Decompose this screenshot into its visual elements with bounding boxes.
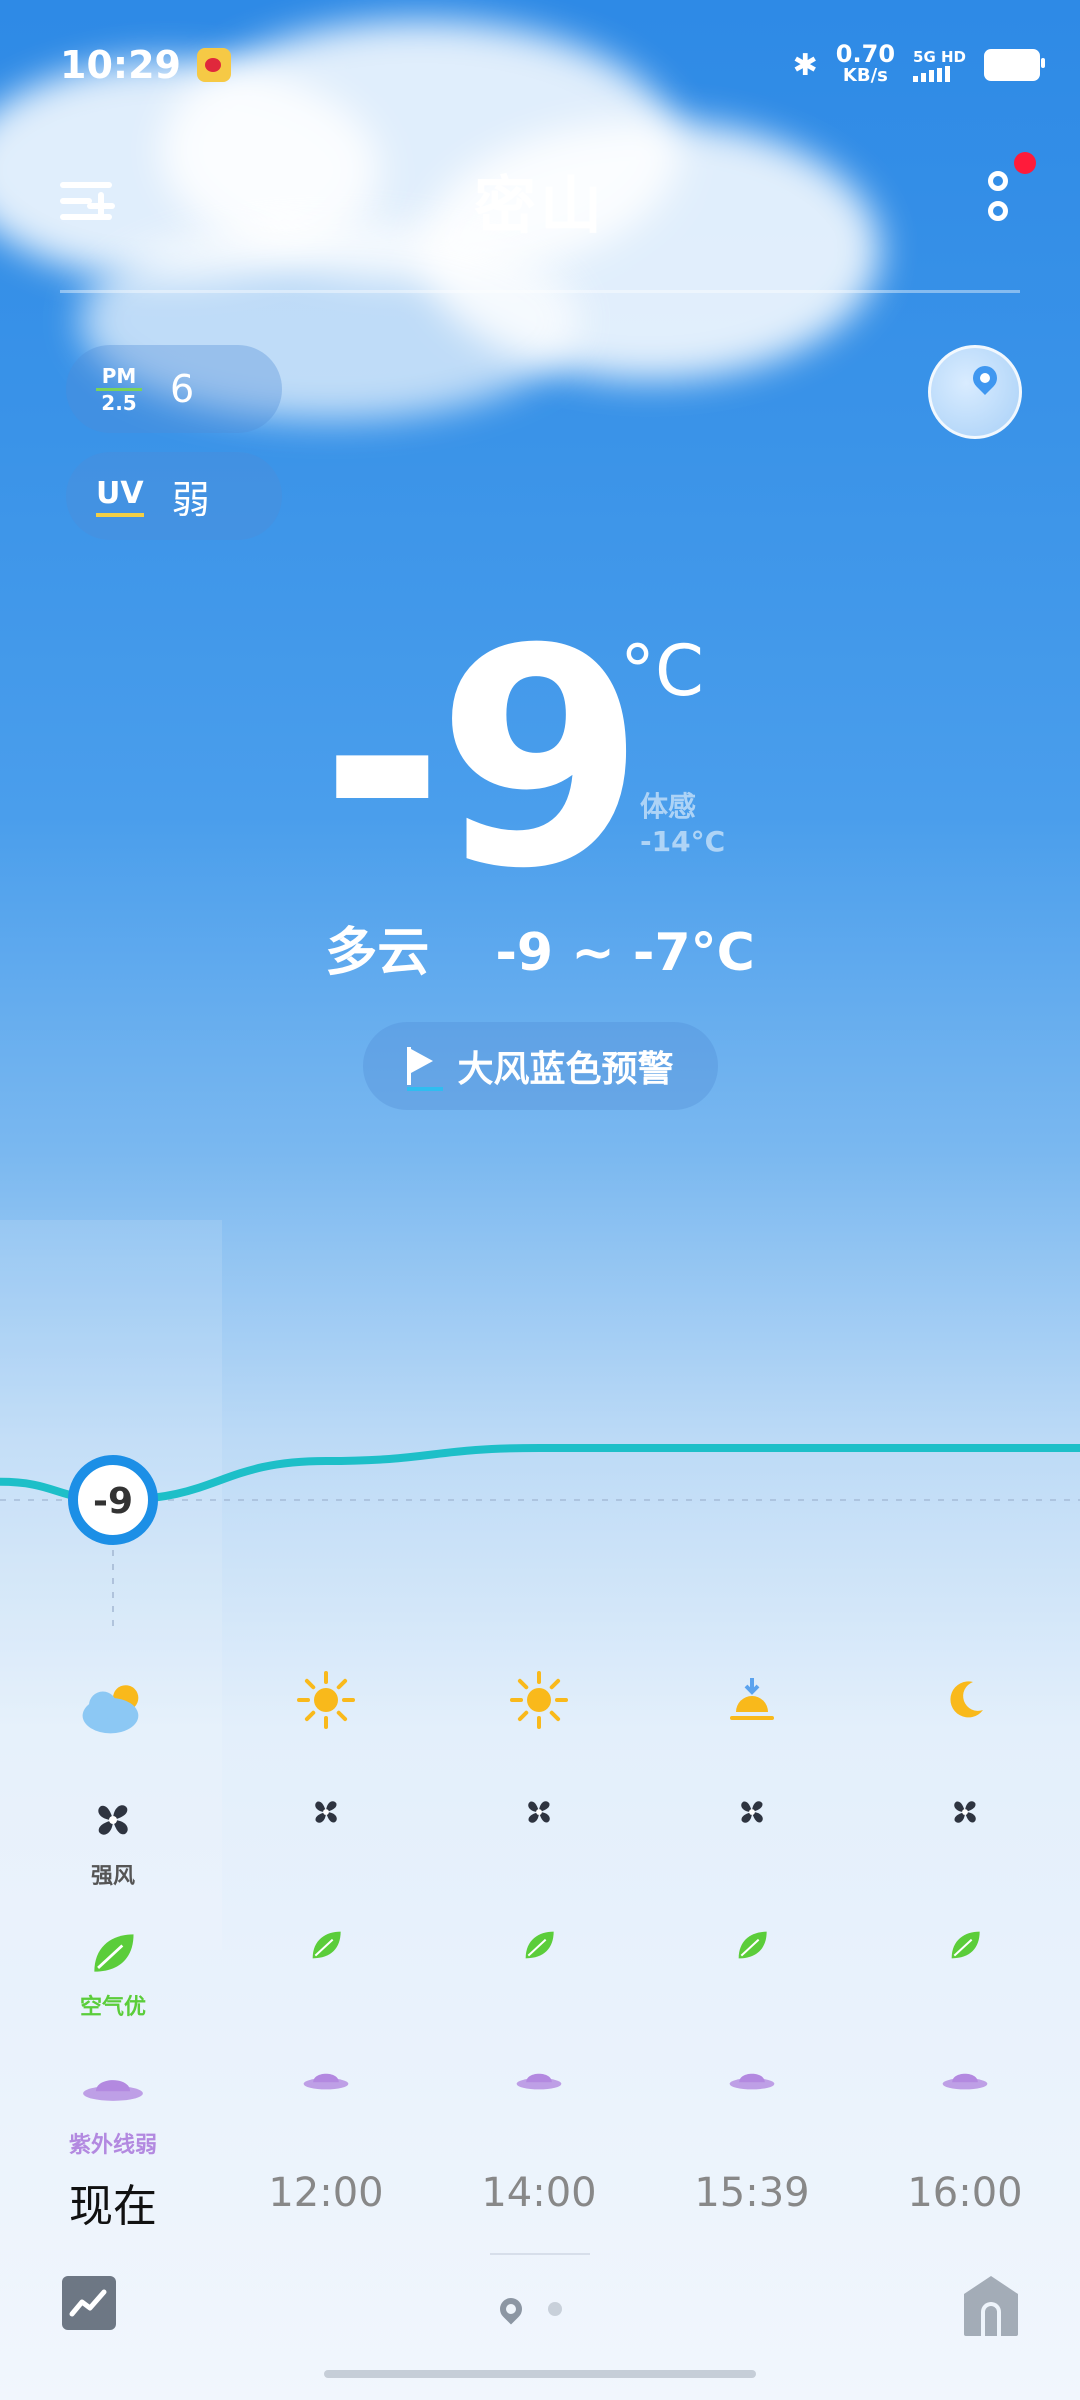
header: 密山 — [60, 150, 1020, 250]
uv-index-label: 紫外线弱 — [68, 2133, 157, 2158]
leaf-icon — [885, 1925, 1045, 1969]
hourly-time-label: 现在 — [69, 2181, 157, 2232]
hourly-time-label: 15:39 — [694, 2170, 810, 2216]
more-options-icon[interactable] — [980, 165, 1020, 235]
pm-label-top: PM — [101, 363, 137, 388]
hourly-time-label: 14:00 — [481, 2170, 597, 2216]
pm25-pill[interactable]: PM 2.5 6 — [66, 345, 282, 433]
map-button[interactable] — [928, 345, 1022, 439]
uv-icon: UV — [96, 476, 144, 517]
hat-icon — [672, 2055, 832, 2107]
weibo-notification-icon — [196, 48, 231, 82]
wind-icon — [885, 1790, 1045, 1838]
condition-text: 多云 — [325, 923, 430, 983]
battery-icon — [984, 49, 1045, 81]
wind-icon — [459, 1790, 619, 1838]
leaf-icon — [246, 1925, 406, 1969]
wind-icon: 强风 — [33, 1790, 193, 1890]
uv-value: 弱 — [171, 477, 210, 522]
trend-chart-icon[interactable] — [62, 2276, 116, 2330]
sunny-icon — [246, 1670, 406, 1734]
page-indicator — [495, 2293, 562, 2325]
temperature-unit: °C — [620, 630, 704, 712]
hourly-air-icons: 空气优 — [0, 1925, 1080, 2020]
hat-icon — [246, 2055, 406, 2107]
sunny-icon — [459, 1670, 619, 1734]
bluetooth-icon: ✱ — [792, 47, 818, 83]
moon-icon — [885, 1670, 1045, 1734]
hourly-wind-icons: 强风 — [0, 1790, 1080, 1889]
temp-range: -9 ~ -7°C — [495, 923, 755, 983]
leaf-icon — [459, 1925, 619, 1969]
temperature-curve — [0, 1444, 1080, 1505]
status-bar: 10:29 ✱ 0.70 KB/s 5G HD — [60, 40, 1045, 90]
leaf-icon — [672, 1925, 832, 1969]
wind-icon — [672, 1790, 832, 1838]
hourly-weather-icons — [0, 1670, 1080, 1740]
hourly-times: 现在 12:00 14:00 15:39 16:00 — [0, 2170, 1080, 2232]
header-divider — [60, 290, 1020, 293]
feels-like-value: -14°C — [640, 825, 726, 858]
bottom-bar — [0, 2230, 1080, 2400]
net-speed-value: 0.70 — [835, 40, 896, 68]
hourly-temperature-chart: -9 — [0, 1444, 1080, 1630]
pm25-icon: PM 2.5 — [96, 366, 142, 413]
hourly-uv-icons: 紫外线弱 — [0, 2055, 1080, 2158]
now-temp-label: -9 — [93, 1481, 133, 1522]
hourly-time-label: 12:00 — [268, 2170, 384, 2216]
hat-icon — [885, 2055, 1045, 2107]
net-speed-unit: KB/s — [842, 65, 888, 86]
notification-dot — [1014, 152, 1036, 174]
hat-icon — [459, 2055, 619, 2107]
pm-label-bottom: 2.5 — [101, 390, 137, 415]
wind-label: 强风 — [90, 1864, 135, 1889]
leaf-icon: 空气优 — [33, 1925, 193, 2021]
alert-text: 大风蓝色预警 — [457, 1049, 674, 1090]
uv-pill[interactable]: UV 弱 — [66, 452, 282, 540]
page-dot — [548, 2302, 562, 2316]
home-indicator[interactable] — [324, 2370, 756, 2378]
home-icon[interactable] — [964, 2276, 1018, 2336]
sunset-icon — [672, 1670, 832, 1734]
wind-icon — [246, 1790, 406, 1838]
feels-like-label: 体感 — [640, 790, 697, 823]
weather-alert-button[interactable]: 大风蓝色预警 — [363, 1022, 718, 1110]
current-temperature: -9 — [320, 585, 645, 934]
pm25-value: 6 — [170, 367, 195, 411]
location-page-icon — [495, 2293, 527, 2325]
signal-icon — [913, 66, 951, 82]
partly-cloudy-icon — [33, 1670, 193, 1750]
city-title: 密山 — [473, 169, 607, 242]
hourly-time-label: 16:00 — [907, 2170, 1023, 2216]
status-time: 10:29 — [60, 43, 181, 87]
air-quality-label: 空气优 — [79, 1995, 146, 2020]
hat-icon: 紫外线弱 — [33, 2055, 193, 2159]
alert-flag-icon — [407, 1047, 444, 1091]
city-manage-icon[interactable] — [60, 170, 120, 230]
location-pin-icon — [968, 361, 1002, 395]
network-type: 5G HD — [913, 48, 966, 66]
condition-line: 多云 -9 ~ -7°C — [0, 910, 1080, 985]
